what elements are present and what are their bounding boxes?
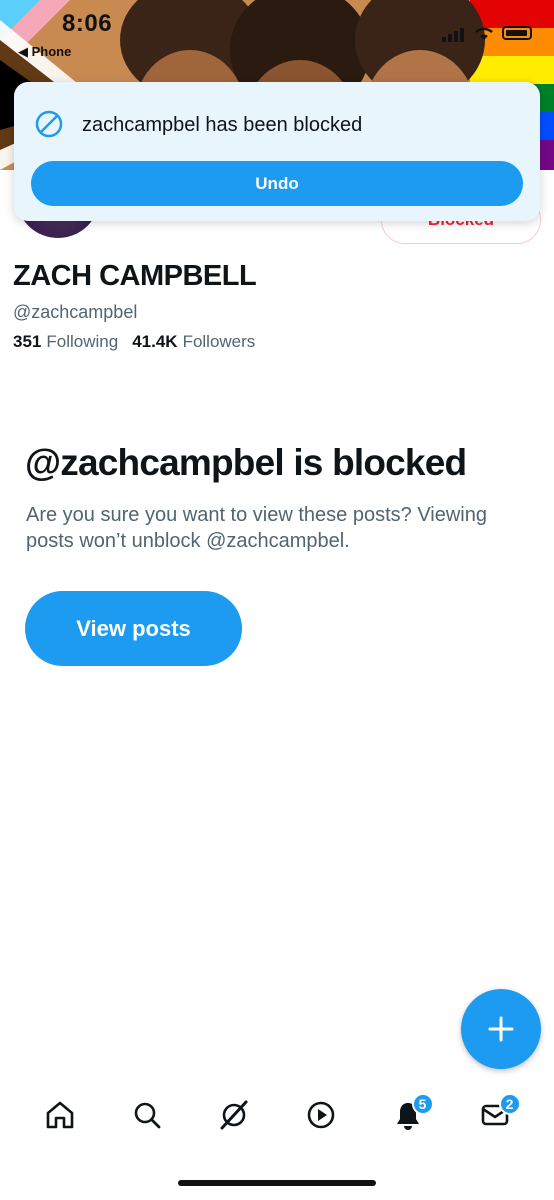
grok-icon	[220, 1100, 247, 1130]
profile-stats: 351 Following 41.4K Followers	[13, 332, 255, 352]
wifi-icon	[475, 27, 493, 40]
nav-grok[interactable]	[206, 1087, 262, 1143]
messages-badge: 2	[498, 1093, 521, 1115]
followers-label: Followers	[182, 332, 256, 351]
block-icon	[35, 110, 63, 138]
nav-messages[interactable]: 2	[467, 1087, 523, 1143]
followers-count: 41.4K	[132, 332, 178, 351]
compose-button[interactable]	[461, 989, 541, 1069]
nav-home[interactable]	[32, 1087, 88, 1143]
blocked-title: @zachcampbel is blocked	[25, 442, 467, 483]
following-link[interactable]: 351 Following	[13, 332, 118, 352]
display-name: ZACH CAMPBELL	[13, 260, 257, 292]
status-time: 8:06	[62, 10, 113, 37]
nav-notifications[interactable]: 5	[380, 1087, 436, 1143]
home-icon	[46, 1101, 73, 1129]
profile-handle: @zachcampbel	[13, 302, 138, 322]
toast-message: zachcampbel has been blocked	[82, 114, 363, 136]
status-icons	[442, 24, 532, 42]
search-icon	[134, 1102, 160, 1129]
bottom-nav: 5 2	[0, 1085, 554, 1145]
blocked-description: Are you sure you want to view these post…	[26, 504, 487, 552]
battery-icon	[502, 26, 532, 40]
following-count: 351	[13, 332, 42, 351]
view-posts-button[interactable]: View posts	[25, 591, 242, 666]
undo-button[interactable]: Undo	[31, 161, 523, 206]
home-indicator[interactable]	[178, 1180, 376, 1186]
notifications-badge: 5	[411, 1093, 434, 1115]
plus-icon	[488, 1016, 514, 1042]
following-label: Following	[46, 332, 119, 351]
nav-video[interactable]	[293, 1087, 349, 1143]
video-icon	[307, 1101, 334, 1129]
back-to-app-link[interactable]: ◀ Phone	[18, 44, 71, 60]
blocked-toast: zachcampbel has been blocked Undo	[14, 82, 540, 221]
nav-search[interactable]	[119, 1087, 175, 1143]
signal-icon	[442, 24, 466, 42]
followers-link[interactable]: 41.4K Followers	[132, 332, 255, 352]
